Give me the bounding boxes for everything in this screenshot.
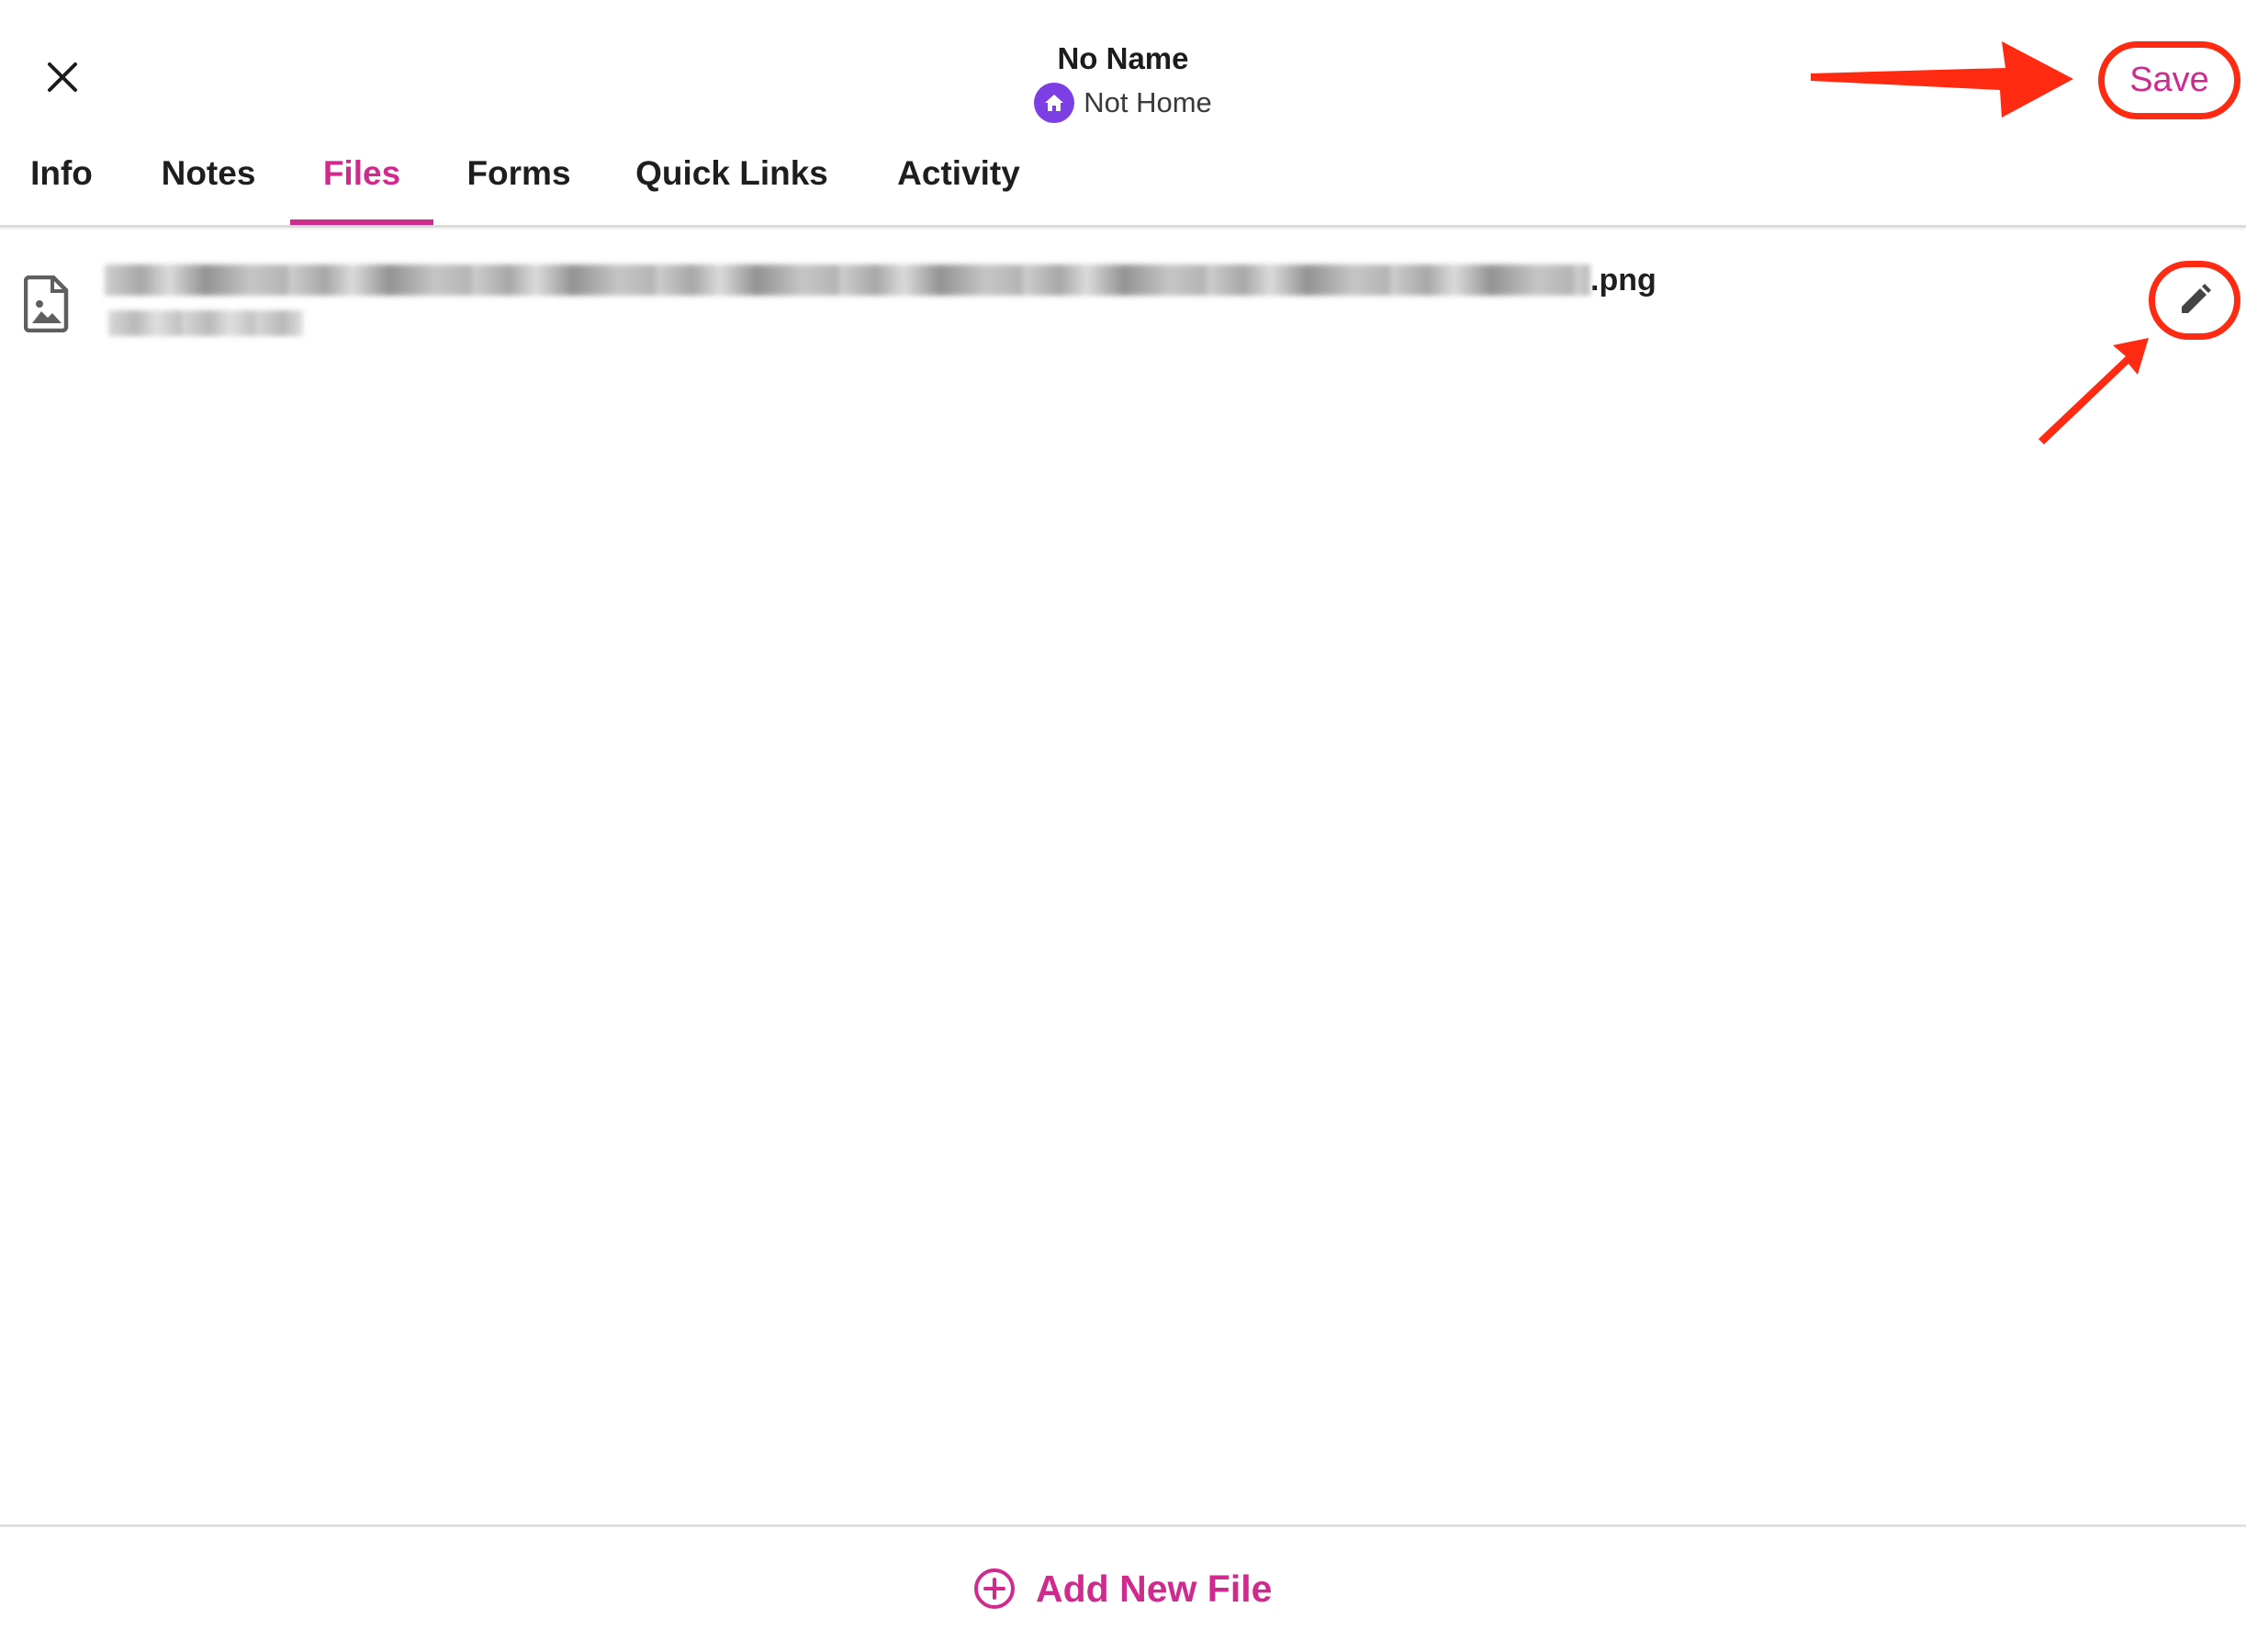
file-extension: .png	[1590, 262, 1656, 298]
title-block: No Name Not Home	[0, 35, 2246, 123]
close-button[interactable]	[37, 51, 88, 103]
tab-label: Files	[322, 154, 401, 192]
file-name: .png	[105, 257, 1656, 303]
footer: Add New File	[0, 1524, 2246, 1652]
home-icon	[1034, 83, 1075, 123]
tab-bar: Info Notes Files Forms Quick Links Activ…	[0, 147, 1102, 225]
tab-label: Info	[30, 154, 93, 192]
tab-forms[interactable]: Forms	[454, 147, 584, 225]
tab-files[interactable]: Files	[290, 147, 433, 225]
tab-info[interactable]: Info	[11, 147, 112, 225]
add-new-file-label: Add New File	[1036, 1567, 1273, 1610]
close-icon	[48, 62, 77, 92]
redacted-file-date	[108, 310, 303, 336]
redacted-file-name	[105, 264, 1590, 296]
page-title: No Name	[1057, 41, 1189, 75]
status-text: Not Home	[1084, 86, 1212, 118]
save-button[interactable]: Save	[2098, 41, 2240, 119]
tab-label: Forms	[466, 154, 571, 192]
image-file-icon	[24, 275, 69, 332]
edit-file-button[interactable]	[2149, 261, 2240, 340]
tab-label: Quick Links	[635, 154, 828, 192]
plus-circle-icon	[974, 1568, 1015, 1609]
tab-activity[interactable]: Activity	[882, 147, 1036, 225]
save-button-label: Save	[2129, 61, 2209, 99]
tab-notes[interactable]: Notes	[147, 147, 270, 225]
tab-label: Notes	[161, 154, 256, 192]
tab-quick-links[interactable]: Quick Links	[624, 147, 839, 225]
header: No Name Not Home Save Info Notes Files F…	[0, 0, 2246, 228]
list-item[interactable]: .png	[0, 248, 2246, 358]
tab-label: Activity	[897, 154, 1020, 192]
status-row: Not Home	[1034, 83, 1212, 123]
pencil-icon	[2182, 284, 2211, 313]
add-new-file-button[interactable]: Add New File	[971, 1566, 1272, 1612]
